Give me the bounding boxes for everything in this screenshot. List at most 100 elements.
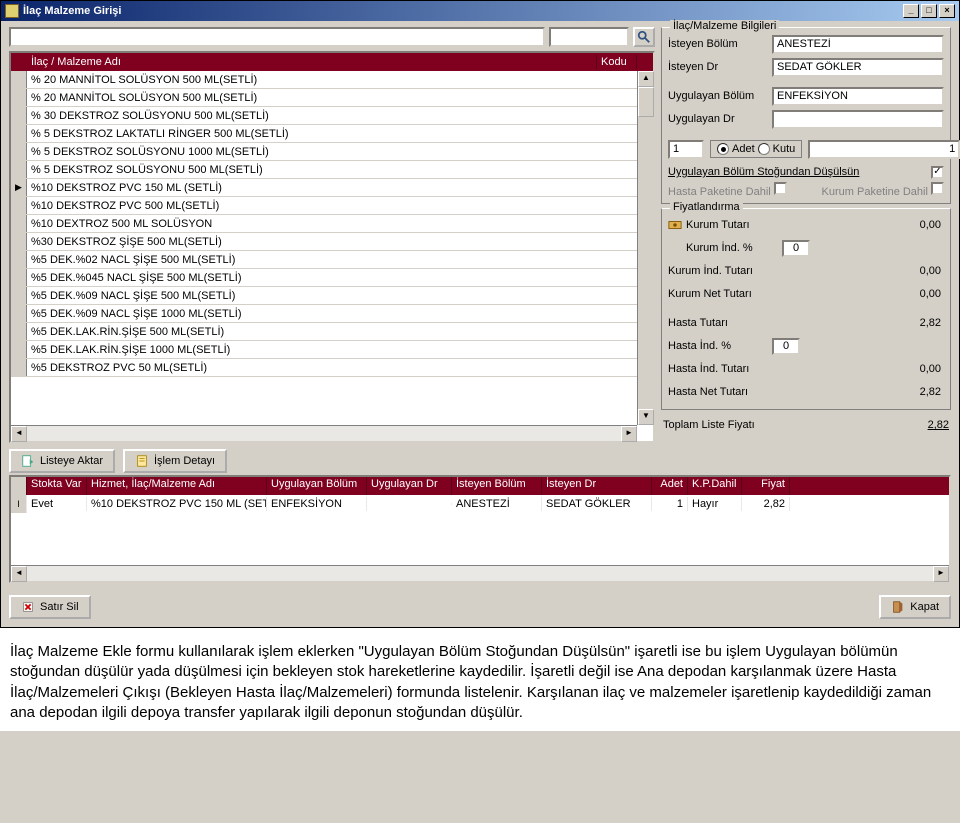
kurum-net-label: Kurum Net Tutarı (668, 288, 768, 300)
order-hscroll[interactable]: ◄ ► (11, 565, 949, 581)
grid-row[interactable]: %5 DEK.LAK.RİN.ŞİŞE 500 ML(SETLİ) (11, 323, 653, 341)
listeye-aktar-button[interactable]: Listeye Aktar (9, 449, 115, 473)
grid-row[interactable]: % 5 DEKSTROZ SOLÜSYONU 500 ML(SETLİ) (11, 161, 653, 179)
export-icon (21, 454, 35, 468)
oh-adi[interactable]: Hizmet, İlaç/Malzeme Adı (87, 477, 267, 495)
order-row[interactable]: I Evet %10 DEKSTROZ PVC 150 ML (SETLİ) E… (11, 495, 949, 513)
scroll-left-button[interactable]: ◄ (11, 426, 27, 442)
order-scroll-left[interactable]: ◄ (11, 566, 27, 582)
isteyen-bolum-input[interactable] (772, 35, 944, 54)
hasta-paketi-label: Hasta Paketine Dahil (668, 186, 771, 198)
drop-stock-label: Uygulayan Bölüm Stoğundan Düşülsün (668, 166, 859, 178)
kurum-net-value: 0,00 (772, 288, 944, 300)
oh-uyg-dr[interactable]: Uygulayan Dr (367, 477, 452, 495)
grid-row[interactable]: %30 DEKSTROZ ŞİŞE 500 ML(SETLİ) (11, 233, 653, 251)
col-code-header[interactable]: Kodu (597, 55, 637, 69)
search-code-input[interactable] (549, 27, 629, 47)
grid-row[interactable]: % 20 MANNİTOL SOLÜSYON 500 ML(SETLİ) (11, 89, 653, 107)
hasta-ind-tutari-label: Hasta İnd. Tutarı (668, 363, 768, 375)
kapat-button[interactable]: Kapat (879, 595, 951, 619)
oh-uyg-bolum[interactable]: Uygulayan Bölüm (267, 477, 367, 495)
hasta-net-value: 2,82 (772, 386, 944, 398)
uygulayan-dr-label: Uygulayan Dr (668, 113, 768, 125)
oh-fiyat[interactable]: Fiyat (742, 477, 790, 495)
kurum-ind-pct-label: Kurum İnd. % (686, 242, 778, 254)
oh-ist-bolum[interactable]: İsteyen Bölüm (452, 477, 542, 495)
oh-adet[interactable]: Adet (652, 477, 688, 495)
isteyen-dr-input[interactable] (772, 58, 944, 77)
scroll-down-button[interactable]: ▼ (638, 409, 654, 425)
uygulayan-bolum-input[interactable] (772, 87, 944, 106)
hasta-paketi-checkbox[interactable] (774, 182, 787, 195)
pricing-legend: Fiyatlandırma (670, 201, 743, 213)
order-grid[interactable]: Stokta Var Hizmet, İlaç/Malzeme Adı Uygu… (9, 475, 951, 583)
radio-kutu[interactable]: Kutu (758, 143, 796, 155)
maximize-button[interactable]: □ (921, 4, 937, 18)
minimize-button[interactable]: _ (903, 4, 919, 18)
pricing-fieldset: Fiyatlandırma Kurum Tutarı 0,00 Kurum İn… (661, 208, 951, 410)
scroll-up-button[interactable]: ▲ (638, 71, 654, 87)
order-scroll-right[interactable]: ► (933, 566, 949, 582)
kurum-paketi-label: Kurum Paketine Dahil (822, 186, 928, 198)
money-icon (668, 218, 682, 232)
medicine-grid[interactable]: İlaç / Malzeme Adı Kodu % 20 MANNİTOL SO… (9, 51, 655, 443)
app-icon (5, 4, 19, 18)
total-label: Toplam Liste Fiyatı (663, 419, 755, 431)
oh-stokta[interactable]: Stokta Var (27, 477, 87, 495)
window-title: İlaç Malzeme Girişi (23, 5, 121, 17)
oh-ist-dr[interactable]: İsteyen Dr (542, 477, 652, 495)
grid-row[interactable]: % 5 DEKSTROZ SOLÜSYONU 1000 ML(SETLİ) (11, 143, 653, 161)
grid-row[interactable]: %5 DEK.LAK.RİN.ŞİŞE 1000 ML(SETLİ) (11, 341, 653, 359)
window: İlaç Malzeme Girişi _ □ × (0, 0, 960, 628)
info-legend: İlaç/Malzeme Bilgileri (670, 20, 779, 32)
titlebar: İlaç Malzeme Girişi _ □ × (1, 1, 959, 21)
grid-row[interactable]: % 20 MANNİTOL SOLÜSYON 500 ML(SETLİ) (11, 71, 653, 89)
scroll-right-button[interactable]: ► (621, 426, 637, 442)
satir-sil-button[interactable]: Satır Sil (9, 595, 91, 619)
islem-detayi-button[interactable]: İşlem Detayı (123, 449, 227, 473)
hasta-tutari-label: Hasta Tutarı (668, 317, 768, 329)
kurum-ind-tutari-value: 0,00 (772, 265, 944, 277)
kurum-ind-tutari-label: Kurum İnd. Tutarı (668, 265, 768, 277)
kurum-tutari-value: 0,00 (782, 219, 944, 231)
kurum-paketi-checkbox[interactable] (931, 182, 944, 195)
hasta-tutari-value: 2,82 (772, 317, 944, 329)
scroll-thumb[interactable] (638, 87, 654, 117)
hasta-ind-tutari-value: 0,00 (772, 363, 944, 375)
info-fieldset: İlaç/Malzeme Bilgileri İsteyen Bölüm İst… (661, 27, 951, 204)
oh-kp[interactable]: K.P.Dahil (688, 477, 742, 495)
grid-row[interactable]: ▶%10 DEKSTROZ PVC 150 ML (SETLİ) (11, 179, 653, 197)
isteyen-dr-label: İsteyen Dr (668, 61, 768, 73)
search-icon (637, 30, 651, 44)
total-value: 2,82 (928, 419, 949, 431)
col-name-header[interactable]: İlaç / Malzeme Adı (27, 55, 597, 69)
grid-vscroll[interactable]: ▲ ▼ (637, 71, 653, 425)
grid-row[interactable]: %5 DEK.%045 NACL ŞİŞE 500 ML(SETLİ) (11, 269, 653, 287)
grid-row[interactable]: %5 DEK.%09 NACL ŞİŞE 1000 ML(SETLİ) (11, 305, 653, 323)
grid-row[interactable]: % 30 DEKSTROZ SOLÜSYONU 500 ML(SETLİ) (11, 107, 653, 125)
radio-adet[interactable]: Adet (717, 143, 755, 155)
hasta-ind-pct-label: Hasta İnd. % (668, 340, 768, 352)
unit-radio-group: Adet Kutu (710, 140, 802, 158)
grid-hscroll[interactable]: ◄ ► (11, 425, 637, 441)
grid-row[interactable]: %10 DEKSTROZ PVC 500 ML(SETLİ) (11, 197, 653, 215)
kurum-tutari-label: Kurum Tutarı (686, 219, 778, 231)
hasta-net-label: Hasta Net Tutarı (668, 386, 768, 398)
detail-icon (135, 454, 149, 468)
hasta-ind-pct-input[interactable] (772, 338, 800, 355)
grid-row[interactable]: %5 DEK.%09 NACL ŞİŞE 500 ML(SETLİ) (11, 287, 653, 305)
kurum-ind-pct-input[interactable] (782, 240, 810, 257)
qty-input[interactable] (668, 140, 704, 159)
close-button[interactable]: × (939, 4, 955, 18)
grid-row[interactable]: %10 DEXTROZ 500 ML SOLÜSYON (11, 215, 653, 233)
count-input[interactable] (808, 140, 960, 159)
search-button[interactable] (633, 27, 655, 47)
drop-stock-checkbox[interactable]: ✓ (931, 166, 944, 179)
delete-icon (21, 600, 35, 614)
grid-row[interactable]: % 5 DEKSTROZ LAKTATLI RİNGER 500 ML(SETL… (11, 125, 653, 143)
grid-row[interactable]: %5 DEKSTROZ PVC 50 ML(SETLİ) (11, 359, 653, 377)
search-input[interactable] (9, 27, 545, 47)
close-door-icon (891, 600, 905, 614)
grid-row[interactable]: %5 DEK.%02 NACL ŞİŞE 500 ML(SETLİ) (11, 251, 653, 269)
uygulayan-dr-input[interactable] (772, 110, 944, 129)
